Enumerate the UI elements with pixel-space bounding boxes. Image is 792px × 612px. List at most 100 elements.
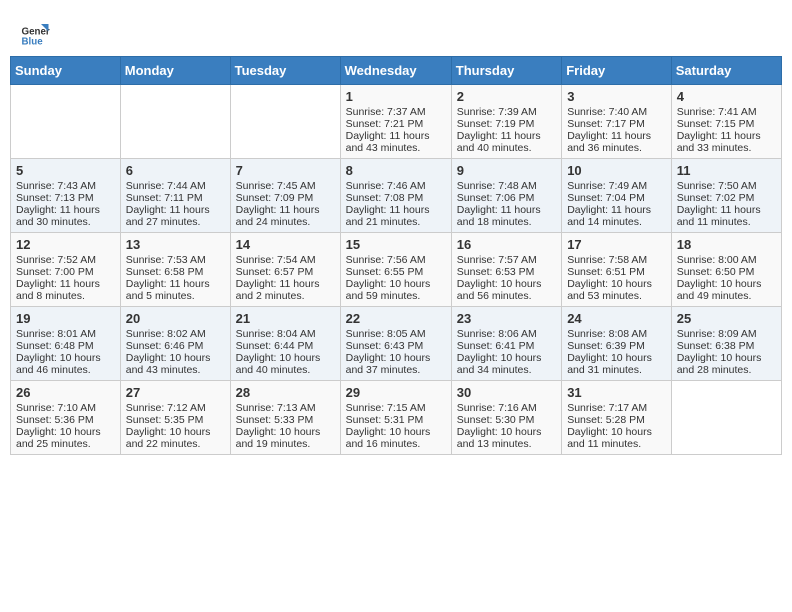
- calendar-cell: 4 Sunrise: 7:41 AM Sunset: 7:15 PM Daylig…: [671, 85, 781, 159]
- calendar-week-2: 5Sunrise: 7:43 AM Sunset: 7:13 PM Daylig…: [11, 159, 782, 233]
- day-number: 30: [457, 385, 556, 400]
- day-info: Sunrise: 7:54 AM Sunset: 6:57 PM Dayligh…: [236, 254, 335, 302]
- day-header-monday: Monday: [120, 57, 230, 85]
- logo-icon: General Blue: [20, 18, 50, 48]
- calendar-week-1: 1 Sunrise: 7:37 AM Sunset: 7:21 PM Daylig…: [11, 85, 782, 159]
- calendar-cell: 25 Sunrise: 8:09 AM Sunset: 6:38 PM Dayli…: [671, 307, 781, 381]
- day-info: Sunrise: 8:01 AM Sunset: 6:48 PM Dayligh…: [16, 328, 115, 376]
- day-info: Sunrise: 7:57 AM Sunset: 6:53 PM Dayligh…: [457, 254, 556, 302]
- logo: General Blue: [20, 18, 50, 48]
- day-number: 23: [457, 311, 556, 326]
- calendar-header-row: SundayMondayTuesdayWednesdayThursdayFrid…: [11, 57, 782, 85]
- day-info: Sunrise: 7:15 AM Sunset: 5:31 PM Dayligh…: [346, 402, 446, 450]
- day-info: Sunrise: 7:40 AM Sunset: 7:17 PM Dayligh…: [567, 106, 666, 154]
- day-number: 20: [126, 311, 225, 326]
- calendar-cell: 18 Sunrise: 8:00 AM Sunset: 6:50 PM Dayli…: [671, 233, 781, 307]
- calendar-cell: 14 Sunrise: 7:54 AM Sunset: 6:57 PM Dayli…: [230, 233, 340, 307]
- calendar-cell: 17 Sunrise: 7:58 AM Sunset: 6:51 PM Dayli…: [562, 233, 672, 307]
- day-number: 9: [457, 163, 556, 178]
- day-info: Sunrise: 7:49 AM Sunset: 7:04 PM Dayligh…: [567, 180, 666, 228]
- day-info: Sunrise: 7:41 AM Sunset: 7:15 PM Dayligh…: [677, 106, 776, 154]
- day-number: 26: [16, 385, 115, 400]
- calendar-cell: [671, 381, 781, 455]
- day-info: Sunrise: 7:53 AM Sunset: 6:58 PM Dayligh…: [126, 254, 225, 302]
- day-number: 3: [567, 89, 666, 104]
- calendar-cell: [230, 85, 340, 159]
- calendar-week-4: 19 Sunrise: 8:01 AM Sunset: 6:48 PM Dayli…: [11, 307, 782, 381]
- day-number: 27: [126, 385, 225, 400]
- calendar-cell: 5Sunrise: 7:43 AM Sunset: 7:13 PM Daylig…: [11, 159, 121, 233]
- calendar-cell: [11, 85, 121, 159]
- day-info: Sunrise: 7:50 AM Sunset: 7:02 PM Dayligh…: [677, 180, 776, 228]
- day-number: 25: [677, 311, 776, 326]
- day-info: Sunrise: 8:02 AM Sunset: 6:46 PM Dayligh…: [126, 328, 225, 376]
- day-info: Sunrise: 7:16 AM Sunset: 5:30 PM Dayligh…: [457, 402, 556, 450]
- day-number: 6: [126, 163, 225, 178]
- day-info: Sunrise: 7:52 AM Sunset: 7:00 PM Dayligh…: [16, 254, 115, 302]
- day-number: 24: [567, 311, 666, 326]
- day-number: 15: [346, 237, 446, 252]
- day-info: Sunrise: 7:12 AM Sunset: 5:35 PM Dayligh…: [126, 402, 225, 450]
- day-number: 12: [16, 237, 115, 252]
- calendar-cell: 23 Sunrise: 8:06 AM Sunset: 6:41 PM Dayli…: [451, 307, 561, 381]
- calendar-cell: 10 Sunrise: 7:49 AM Sunset: 7:04 PM Dayli…: [562, 159, 672, 233]
- day-info: Sunrise: 8:00 AM Sunset: 6:50 PM Dayligh…: [677, 254, 776, 302]
- day-number: 19: [16, 311, 115, 326]
- day-header-sunday: Sunday: [11, 57, 121, 85]
- day-header-friday: Friday: [562, 57, 672, 85]
- calendar-cell: 12 Sunrise: 7:52 AM Sunset: 7:00 PM Dayli…: [11, 233, 121, 307]
- calendar-cell: 19 Sunrise: 8:01 AM Sunset: 6:48 PM Dayli…: [11, 307, 121, 381]
- day-info: Sunrise: 8:05 AM Sunset: 6:43 PM Dayligh…: [346, 328, 446, 376]
- day-number: 2: [457, 89, 556, 104]
- calendar-table: SundayMondayTuesdayWednesdayThursdayFrid…: [10, 56, 782, 455]
- day-number: 11: [677, 163, 776, 178]
- calendar-cell: 1 Sunrise: 7:37 AM Sunset: 7:21 PM Daylig…: [340, 85, 451, 159]
- day-number: 1: [346, 89, 446, 104]
- day-info: Sunrise: 7:13 AM Sunset: 5:33 PM Dayligh…: [236, 402, 335, 450]
- calendar-cell: 8 Sunrise: 7:46 AM Sunset: 7:08 PM Daylig…: [340, 159, 451, 233]
- calendar-cell: 3 Sunrise: 7:40 AM Sunset: 7:17 PM Daylig…: [562, 85, 672, 159]
- day-number: 13: [126, 237, 225, 252]
- day-info: Sunrise: 7:46 AM Sunset: 7:08 PM Dayligh…: [346, 180, 446, 228]
- day-number: 8: [346, 163, 446, 178]
- day-number: 29: [346, 385, 446, 400]
- day-number: 14: [236, 237, 335, 252]
- calendar-cell: 16 Sunrise: 7:57 AM Sunset: 6:53 PM Dayli…: [451, 233, 561, 307]
- calendar-cell: 9 Sunrise: 7:48 AM Sunset: 7:06 PM Daylig…: [451, 159, 561, 233]
- day-info: Sunrise: 7:17 AM Sunset: 5:28 PM Dayligh…: [567, 402, 666, 450]
- day-info: Sunrise: 7:39 AM Sunset: 7:19 PM Dayligh…: [457, 106, 556, 154]
- calendar-cell: 27 Sunrise: 7:12 AM Sunset: 5:35 PM Dayli…: [120, 381, 230, 455]
- day-header-thursday: Thursday: [451, 57, 561, 85]
- day-number: 16: [457, 237, 556, 252]
- calendar-cell: [120, 85, 230, 159]
- calendar-cell: 20 Sunrise: 8:02 AM Sunset: 6:46 PM Dayli…: [120, 307, 230, 381]
- calendar-cell: 7Sunrise: 7:45 AM Sunset: 7:09 PM Daylig…: [230, 159, 340, 233]
- day-number: 17: [567, 237, 666, 252]
- day-number: 10: [567, 163, 666, 178]
- day-header-saturday: Saturday: [671, 57, 781, 85]
- day-number: 5: [16, 163, 115, 178]
- day-number: 28: [236, 385, 335, 400]
- calendar-cell: 11 Sunrise: 7:50 AM Sunset: 7:02 PM Dayli…: [671, 159, 781, 233]
- day-number: 21: [236, 311, 335, 326]
- day-info: Sunrise: 7:10 AM Sunset: 5:36 PM Dayligh…: [16, 402, 115, 450]
- day-info: Sunrise: 7:56 AM Sunset: 6:55 PM Dayligh…: [346, 254, 446, 302]
- day-info: Sunrise: 8:09 AM Sunset: 6:38 PM Dayligh…: [677, 328, 776, 376]
- day-info: Sunrise: 8:08 AM Sunset: 6:39 PM Dayligh…: [567, 328, 666, 376]
- day-number: 18: [677, 237, 776, 252]
- day-number: 31: [567, 385, 666, 400]
- day-info: Sunrise: 7:37 AM Sunset: 7:21 PM Dayligh…: [346, 106, 446, 154]
- day-header-wednesday: Wednesday: [340, 57, 451, 85]
- calendar-cell: 22 Sunrise: 8:05 AM Sunset: 6:43 PM Dayli…: [340, 307, 451, 381]
- calendar-cell: 26 Sunrise: 7:10 AM Sunset: 5:36 PM Dayli…: [11, 381, 121, 455]
- day-number: 22: [346, 311, 446, 326]
- day-number: 7: [236, 163, 335, 178]
- calendar-cell: 28 Sunrise: 7:13 AM Sunset: 5:33 PM Dayli…: [230, 381, 340, 455]
- calendar-cell: 29 Sunrise: 7:15 AM Sunset: 5:31 PM Dayli…: [340, 381, 451, 455]
- day-info: Sunrise: 7:58 AM Sunset: 6:51 PM Dayligh…: [567, 254, 666, 302]
- calendar-cell: 31 Sunrise: 7:17 AM Sunset: 5:28 PM Dayli…: [562, 381, 672, 455]
- day-number: 4: [677, 89, 776, 104]
- day-info: Sunrise: 7:48 AM Sunset: 7:06 PM Dayligh…: [457, 180, 556, 228]
- calendar-cell: 21Sunrise: 8:04 AM Sunset: 6:44 PM Dayli…: [230, 307, 340, 381]
- day-info: Sunrise: 8:06 AM Sunset: 6:41 PM Dayligh…: [457, 328, 556, 376]
